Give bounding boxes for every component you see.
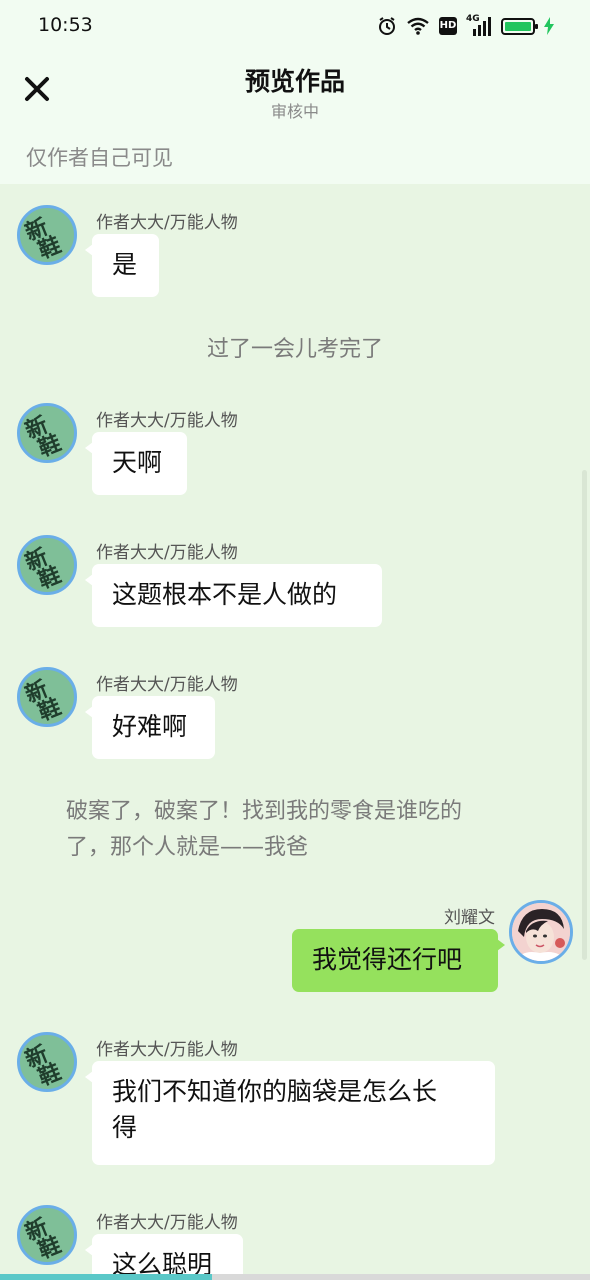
status-icons: HD 4G — [377, 14, 554, 38]
portrait-image — [512, 903, 570, 961]
message-bubble[interactable]: 天啊 — [85, 432, 187, 495]
4g-signal-icon: 4G — [466, 14, 492, 36]
author-avatar[interactable]: 新 鞋 — [17, 667, 77, 727]
user-avatar[interactable] — [509, 900, 573, 964]
narration-text: 破案了，破案了！找到我的零食是谁吃的 了，那个人就是——我爸 — [66, 794, 546, 866]
avatar-char: 鞋 — [34, 1232, 65, 1265]
author-avatar[interactable]: 新 鞋 — [17, 205, 77, 265]
narration-line: 破案了，破案了！找到我的零食是谁吃的 — [66, 799, 463, 824]
visibility-note: 仅作者自己可见 — [26, 146, 173, 170]
author-avatar[interactable]: 新 鞋 — [17, 403, 77, 463]
status-time: 10:53 — [38, 14, 93, 36]
avatar-char: 鞋 — [34, 1059, 65, 1092]
wifi-icon — [407, 17, 429, 35]
reading-progress-bar — [0, 1274, 590, 1280]
narration-text: 过了一会儿考完了 — [206, 337, 383, 362]
network-type-label: 4G — [466, 14, 480, 24]
scrollbar[interactable] — [582, 470, 587, 960]
sender-name: 刘耀文 — [444, 908, 495, 928]
avatar-char: 鞋 — [34, 430, 65, 463]
author-avatar[interactable]: 新 鞋 — [17, 535, 77, 595]
author-avatar[interactable]: 新 鞋 — [17, 1032, 77, 1092]
sender-name: 作者大大/万能人物 — [96, 543, 238, 563]
message-line: 得 — [112, 1113, 138, 1142]
message-bubble[interactable]: 好难啊 — [85, 696, 215, 759]
message-bubble[interactable]: 是 — [85, 234, 159, 297]
author-avatar[interactable]: 新 鞋 — [17, 1205, 77, 1265]
avatar-char: 鞋 — [34, 232, 65, 265]
reading-progress-fill — [0, 1274, 213, 1280]
avatar-char: 鞋 — [34, 694, 65, 727]
sender-name: 作者大大/万能人物 — [96, 675, 238, 695]
narration-line: 了，那个人就是——我爸 — [66, 835, 309, 860]
message-line: 我们不知道你的脑袋是怎么长 — [112, 1077, 438, 1106]
sender-name: 作者大大/万能人物 — [96, 411, 238, 431]
sender-name: 作者大大/万能人物 — [96, 213, 238, 233]
hd-icon: HD — [439, 17, 457, 35]
status-bar: 10:53 HD 4G — [0, 0, 590, 52]
message-bubble[interactable]: 我觉得还行吧 — [292, 929, 505, 992]
sender-name: 作者大大/万能人物 — [96, 1213, 238, 1233]
charging-icon — [544, 17, 554, 35]
battery-icon — [501, 17, 538, 35]
header: 预览作品 审核中 仅作者自己可见 — [0, 52, 590, 184]
message-bubble[interactable]: 我们不知道你的脑袋是怎么长 得 — [85, 1061, 495, 1165]
chat-area[interactable]: 新 鞋 作者大大/万能人物 是 过了一会儿考完了 新 鞋 作者大大/万能人物 天… — [0, 184, 590, 1280]
review-status: 审核中 — [270, 102, 319, 121]
page-title: 预览作品 — [244, 67, 345, 96]
avatar-char: 鞋 — [34, 562, 65, 595]
sender-name: 作者大大/万能人物 — [96, 1040, 238, 1060]
alarm-icon — [379, 17, 395, 35]
message-bubble[interactable]: 这题根本不是人做的 — [85, 564, 382, 627]
